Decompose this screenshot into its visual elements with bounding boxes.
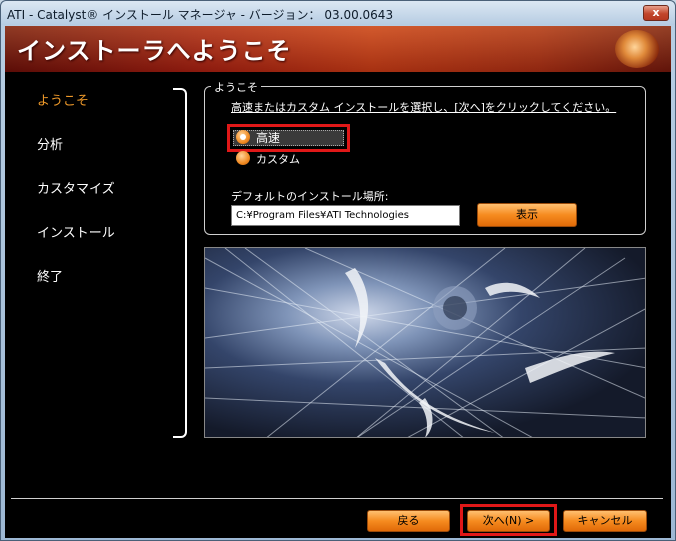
custom-radio-label[interactable]: カスタム [256, 151, 300, 167]
express-radio[interactable] [236, 130, 250, 144]
ati-logo-orb-icon [615, 30, 659, 68]
window-title: ATI - Catalyst® インストール マネージャ - バージョン： 03… [7, 8, 394, 22]
content-area: ようこそ 分析 カスタマイズ インストール 終了 ようこそ 高速またはカスタム … [5, 72, 671, 538]
installer-window: ATI - Catalyst® インストール マネージャ - バージョン： 03… [0, 0, 676, 541]
decorative-artwork [204, 247, 646, 438]
custom-radio[interactable] [236, 151, 250, 165]
nav-bracket [173, 88, 187, 438]
nav-item-install: インストール [37, 226, 115, 241]
close-icon: x [652, 6, 660, 19]
header-banner: インストーラへようこそ [5, 26, 671, 72]
back-button[interactable]: 戻る [367, 510, 450, 532]
artwork-graphic [205, 248, 645, 437]
nav-item-finish: 終了 [37, 270, 64, 285]
next-button[interactable]: 次へ(N) > [467, 510, 550, 532]
express-radio-label[interactable]: 高速 [256, 129, 280, 146]
title-bar[interactable]: ATI - Catalyst® インストール マネージャ - バージョン： 03… [1, 1, 675, 25]
install-path-label: デフォルトのインストール場所: [231, 190, 389, 203]
browse-button[interactable]: 表示 [477, 203, 577, 227]
install-path-field[interactable] [231, 205, 460, 226]
footer-divider [11, 498, 663, 499]
page-title: インストーラへようこそ [17, 37, 292, 65]
group-legend: ようこそ [211, 79, 261, 95]
welcome-group: ようこそ 高速またはカスタム インストールを選択し、[次へ]をクリックしてくださ… [204, 79, 646, 235]
nav-item-welcome: ようこそ [37, 94, 90, 109]
nav-item-analysis: 分析 [37, 138, 64, 153]
cancel-button[interactable]: キャンセル [563, 510, 647, 532]
instruction-text: 高速またはカスタム インストールを選択し、[次へ]をクリックしてください。 [231, 101, 617, 114]
nav-item-customize: カスタマイズ [37, 182, 115, 197]
close-button[interactable]: x [643, 5, 669, 21]
